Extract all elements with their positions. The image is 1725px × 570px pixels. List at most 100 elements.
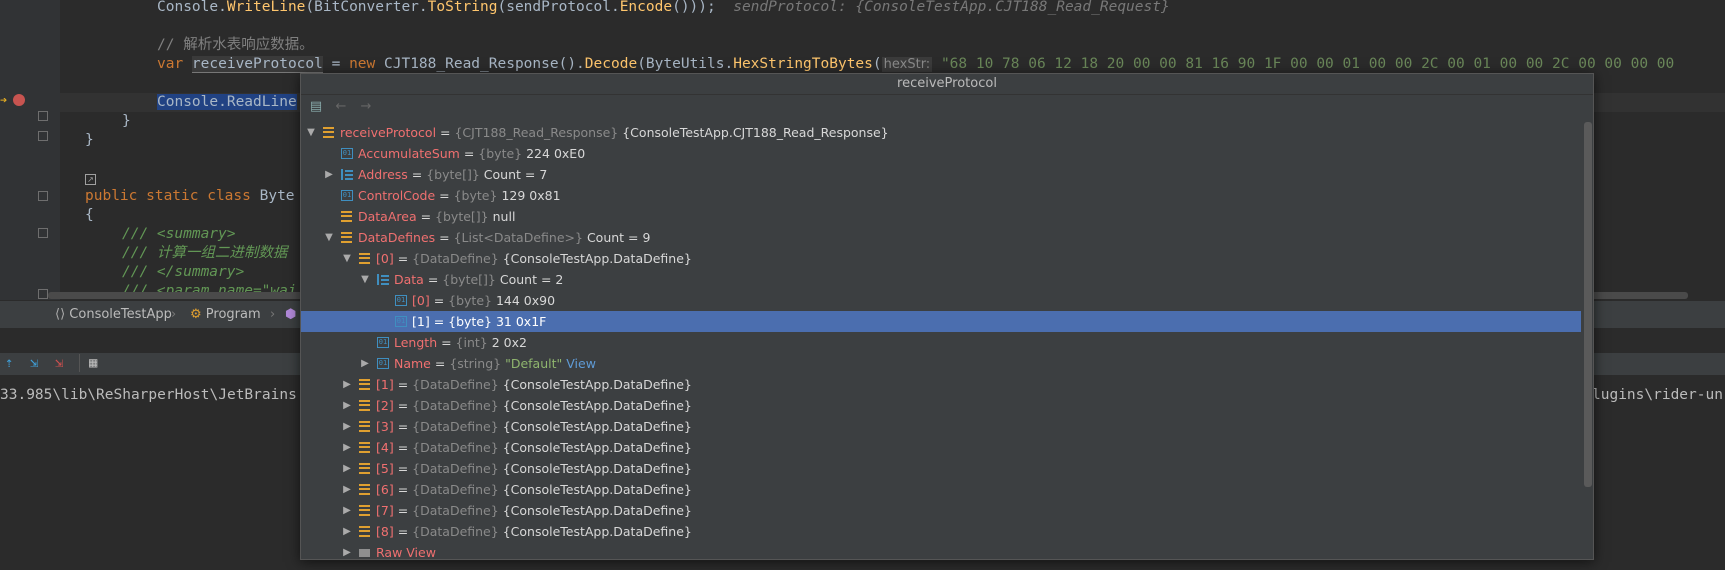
- variable-value: {ConsoleTestApp.DataDefine}: [502, 482, 692, 497]
- step-into-icon[interactable]: ⇲: [30, 355, 38, 371]
- tree-row[interactable]: ▶ [5] = {DataDefine} {ConsoleTestApp.Data…: [301, 458, 1581, 479]
- tree-row[interactable]: ▼ receiveProtocol = {CJT188_Read_Response…: [301, 122, 1581, 143]
- evaluate-expression-icon[interactable]: ▦: [89, 355, 97, 371]
- object-field-icon: [359, 463, 370, 474]
- tree-row[interactable]: 01 AccumulateSum = {byte} 224 0xE0: [301, 143, 1581, 164]
- tree-row[interactable]: ▼ DataDefines = {List<DataDefine>} Count …: [301, 227, 1581, 248]
- variable-name: Data: [394, 272, 424, 287]
- breakpoint-icon[interactable]: [13, 94, 25, 106]
- tree-row[interactable]: ▶ [7] = {DataDefine} {ConsoleTestApp.Data…: [301, 500, 1581, 521]
- collapsed-arrow-icon[interactable]: ▶: [341, 542, 353, 559]
- code-comment: // 解析水表响应数据。: [157, 37, 314, 53]
- tree-row-text: [2] = {DataDefine} {ConsoleTestApp.DataD…: [376, 398, 692, 413]
- usages-icon: ↗: [85, 174, 96, 185]
- code-token: ()));: [672, 0, 716, 15]
- expanded-arrow-icon[interactable]: ▼: [359, 269, 371, 290]
- force-step-into-icon[interactable]: ⇲: [55, 355, 63, 371]
- tree-row[interactable]: 01 [1] = {byte} 31 0x1F: [301, 311, 1581, 332]
- fold-marker-icon[interactable]: [38, 289, 48, 299]
- collapsed-arrow-icon[interactable]: ▶: [323, 164, 335, 185]
- expanded-arrow-icon[interactable]: ▼: [305, 122, 317, 143]
- code-line-7[interactable]: public static class Byte: [85, 187, 295, 206]
- tree-row[interactable]: ▶ [2] = {DataDefine} {ConsoleTestApp.Data…: [301, 395, 1581, 416]
- variable-receiveProtocol[interactable]: receiveProtocol: [191, 56, 323, 73]
- forward-arrow-icon[interactable]: →: [357, 98, 375, 116]
- method-icon[interactable]: ⬢: [285, 307, 296, 322]
- tree-row[interactable]: ▶ [4] = {DataDefine} {ConsoleTestApp.Data…: [301, 437, 1581, 458]
- variable-value: {ConsoleTestApp.DataDefine}: [502, 398, 692, 413]
- expanded-arrow-icon[interactable]: ▼: [341, 248, 353, 269]
- collapsed-arrow-icon[interactable]: ▶: [341, 374, 353, 395]
- code-token: (sendProtocol.: [497, 0, 620, 15]
- tree-row-text: [0] = {DataDefine} {ConsoleTestApp.DataD…: [376, 251, 692, 266]
- variable-name: [3]: [376, 419, 394, 434]
- tree-row[interactable]: ▶ [8] = {DataDefine} {ConsoleTestApp.Data…: [301, 521, 1581, 542]
- string-literal: "68 10 78 06 12 18 20 00 00 81 16 90 1F …: [940, 56, 1675, 72]
- variable-name: DataArea: [358, 209, 417, 224]
- popup-title[interactable]: receiveProtocol: [301, 74, 1593, 95]
- fold-marker-icon[interactable]: [38, 111, 48, 121]
- tree-row[interactable]: ▼ Data = {byte[]} Count = 2: [301, 269, 1581, 290]
- tree-row[interactable]: 01 Length = {int} 2 0x2: [301, 332, 1581, 353]
- tree-row-text: Data = {byte[]} Count = 2: [394, 272, 564, 287]
- editor-gutter[interactable]: [0, 0, 60, 300]
- collapsed-arrow-icon[interactable]: ▶: [341, 500, 353, 521]
- tree-row[interactable]: DataArea = {byte[]} null: [301, 206, 1581, 227]
- back-arrow-icon[interactable]: ←: [332, 98, 350, 116]
- tree-row[interactable]: 01 [0] = {byte} 144 0x90: [301, 290, 1581, 311]
- fold-marker-icon[interactable]: [38, 191, 48, 201]
- debugger-view-icon[interactable]: ▤: [307, 98, 325, 116]
- fold-marker-icon[interactable]: [38, 228, 48, 238]
- variable-type: {DataDefine}: [412, 419, 499, 434]
- code-line-3[interactable]: var receiveProtocol = new CJT188_Read_Re…: [157, 55, 1674, 74]
- tree-row[interactable]: ▶ 01 Name = {string} "Default" View: [301, 353, 1581, 374]
- step-out-icon[interactable]: ⇡: [5, 355, 13, 371]
- fold-marker-icon[interactable]: [38, 131, 48, 141]
- usages-lens[interactable]: ↗: [85, 171, 96, 185]
- tree-row-text: [1] = {DataDefine} {ConsoleTestApp.DataD…: [376, 377, 692, 392]
- collapsed-arrow-icon[interactable]: ▶: [341, 395, 353, 416]
- collapsed-arrow-icon[interactable]: ▶: [341, 458, 353, 479]
- collapsed-arrow-icon[interactable]: ▶: [341, 521, 353, 542]
- tree-row[interactable]: ▶ Address = {byte[]} Count = 7: [301, 164, 1581, 185]
- tree-row[interactable]: ▶ Raw View: [301, 542, 1581, 559]
- breadcrumb-item-namespace[interactable]: ⟨⟩ ConsoleTestApp: [55, 307, 172, 322]
- variable-tree[interactable]: ▼ receiveProtocol = {CJT188_Read_Response…: [301, 122, 1581, 559]
- collapsed-arrow-icon[interactable]: ▶: [341, 437, 353, 458]
- code-line-4[interactable]: Console.ReadLine: [157, 93, 297, 112]
- view-link[interactable]: View: [566, 356, 596, 371]
- variable-name: DataDefines: [358, 230, 436, 245]
- tree-row[interactable]: ▼ [0] = {DataDefine} {ConsoleTestApp.Data…: [301, 248, 1581, 269]
- code-line-1[interactable]: Console.WriteLine(BitConverter.ToString(…: [157, 0, 1170, 17]
- object-field-icon: [359, 379, 370, 390]
- tree-row[interactable]: ▶ [6] = {DataDefine} {ConsoleTestApp.Data…: [301, 479, 1581, 500]
- array-field-icon: [341, 169, 354, 180]
- tree-row-text: DataArea = {byte[]} null: [358, 209, 516, 224]
- collapsed-arrow-icon[interactable]: ▶: [341, 479, 353, 500]
- tree-row[interactable]: ▶ [1] = {DataDefine} {ConsoleTestApp.Data…: [301, 374, 1581, 395]
- primitive-field-icon: 01: [341, 148, 353, 159]
- primitive-field-icon: 01: [395, 295, 407, 306]
- variable-name: AccumulateSum: [358, 146, 460, 161]
- tree-row-text: AccumulateSum = {byte} 224 0xE0: [358, 146, 586, 161]
- object-field-icon: [359, 400, 370, 411]
- tree-row-text: [5] = {DataDefine} {ConsoleTestApp.DataD…: [376, 461, 692, 476]
- keyword: public static class: [85, 188, 260, 204]
- breadcrumb-item-class[interactable]: ⚙ Program: [190, 307, 261, 322]
- expanded-arrow-icon[interactable]: ▼: [323, 227, 335, 248]
- vertical-scrollbar[interactable]: [1584, 122, 1592, 487]
- variable-inspector-popup[interactable]: receiveProtocol ▤ ← → ▼ receiveProtocol =…: [300, 73, 1594, 560]
- tree-row-text: Length = {int} 2 0x2: [394, 335, 527, 350]
- collapsed-arrow-icon[interactable]: ▶: [341, 416, 353, 437]
- variable-name: receiveProtocol: [340, 125, 437, 140]
- selected-text: Console.ReadLine: [157, 94, 297, 110]
- variable-value: {ConsoleTestApp.DataDefine}: [502, 440, 692, 455]
- tree-row-text: receiveProtocol = {CJT188_Read_Response}…: [340, 125, 889, 140]
- tree-row[interactable]: 01 ControlCode = {byte} 129 0x81: [301, 185, 1581, 206]
- variable-value: {ConsoleTestApp.DataDefine}: [502, 524, 692, 539]
- variable-type: {DataDefine}: [412, 440, 499, 455]
- collapsed-arrow-icon[interactable]: ▶: [359, 353, 371, 374]
- object-field-icon: [359, 526, 370, 537]
- code-token: HexStringToBytes: [733, 56, 873, 72]
- tree-row[interactable]: ▶ [3] = {DataDefine} {ConsoleTestApp.Data…: [301, 416, 1581, 437]
